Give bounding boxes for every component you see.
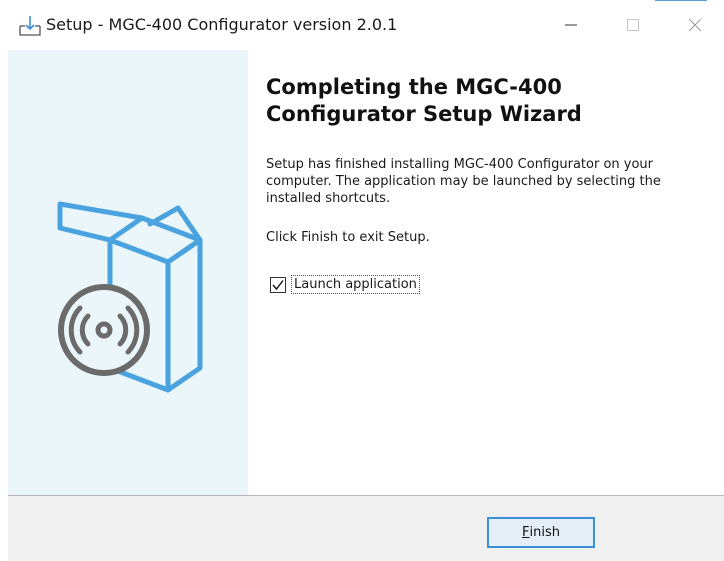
finish-instruction: Click Finish to exit Setup. (266, 230, 430, 245)
setup-wizard-window: Setup - MGC-400 Configurator version 2.0… (0, 0, 724, 561)
completion-message-line-3: installed shortcuts. (266, 191, 391, 206)
launch-application-checkbox[interactable] (270, 276, 286, 293)
completion-message: Setup has finished installing MGC-400 Co… (266, 156, 706, 207)
wizard-footer (8, 496, 724, 561)
launch-application-option[interactable]: Launch application (270, 275, 420, 294)
page-title-line-2: Configurator Setup Wizard (266, 102, 582, 126)
completion-message-line-2: computer. The application may be launche… (266, 174, 661, 189)
maximize-button[interactable] (610, 8, 656, 42)
software-box-disc-icon (57, 201, 203, 393)
wizard-banner (8, 50, 248, 495)
checkmark-icon (272, 279, 284, 290)
launch-application-label[interactable]: Launch application (291, 275, 420, 294)
setup-install-icon (18, 14, 44, 38)
minimize-button[interactable] (548, 8, 594, 42)
completion-message-line-1: Setup has finished installing MGC-400 Co… (266, 157, 654, 172)
maximize-icon (627, 19, 639, 31)
minimize-icon (565, 24, 577, 26)
finish-button-mnemonic: F (522, 525, 530, 540)
finish-button[interactable]: Finish (487, 517, 595, 548)
title-bar[interactable]: Setup - MGC-400 Configurator version 2.0… (0, 0, 724, 50)
close-icon (688, 18, 702, 32)
close-button[interactable] (672, 8, 718, 42)
title-bar-accent (655, 0, 707, 1)
page-title-line-1: Completing the MGC-400 (266, 75, 562, 99)
wizard-content: Completing the MGC-400 Configurator Setu… (266, 74, 706, 245)
finish-button-label: inish (529, 525, 560, 540)
page-title: Completing the MGC-400 Configurator Setu… (266, 74, 706, 128)
window-title: Setup - MGC-400 Configurator version 2.0… (46, 15, 398, 34)
